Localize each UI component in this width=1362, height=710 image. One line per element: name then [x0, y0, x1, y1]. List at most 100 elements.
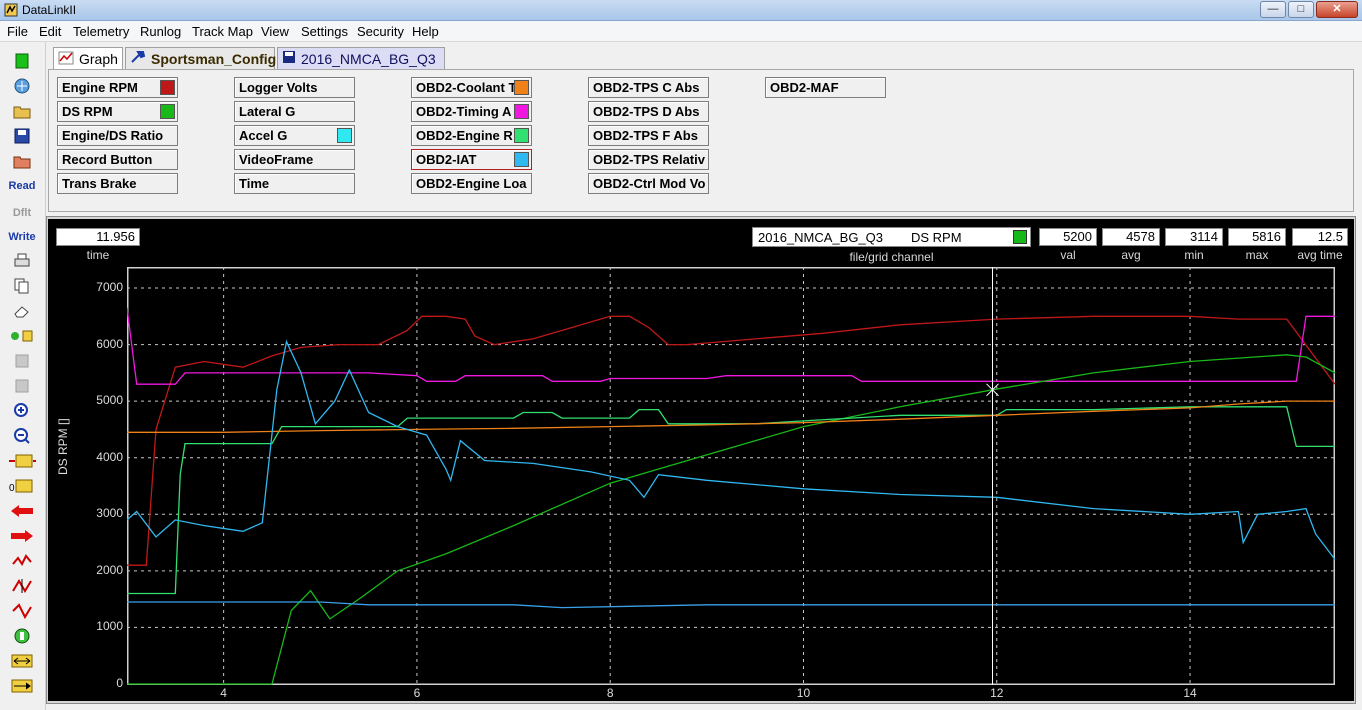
menu-track-map[interactable]: Track Map [192, 24, 253, 39]
channel-button-videoframe[interactable]: VideoFrame [234, 149, 355, 170]
menu-file[interactable]: File [7, 24, 28, 39]
channel-button-obd2-tps-relativ[interactable]: OBD2-TPS Relativ [588, 149, 709, 170]
scroll-left-arrow-icon[interactable] [8, 500, 36, 522]
scroll-right-arrow-icon[interactable] [8, 525, 36, 547]
menu-telemetry[interactable]: Telemetry [73, 24, 129, 39]
y-tick-label: 4000 [96, 449, 123, 464]
open-run-button[interactable] [8, 150, 36, 172]
y-tick-label: 5000 [96, 393, 123, 408]
x-zero-icon[interactable]: 0 [8, 475, 36, 497]
channel-color-swatch [160, 80, 175, 95]
close-button[interactable]: ✕ [1316, 1, 1358, 18]
eraser-button[interactable] [8, 300, 36, 322]
channel-label: Logger Volts [239, 80, 318, 95]
channel-button-obd2-engine-r[interactable]: OBD2-Engine R [411, 125, 532, 146]
window-title: DataLinkII [22, 3, 77, 17]
copy-button[interactable] [8, 275, 36, 297]
y-tick-label: 3000 [96, 506, 123, 521]
disabled-button-2 [8, 375, 36, 397]
channel-label: VideoFrame [239, 152, 314, 167]
channel-button-obd2-tps-c-abs[interactable]: OBD2-TPS C Abs [588, 77, 709, 98]
file-icon [282, 50, 296, 67]
connect-button[interactable] [8, 75, 36, 97]
channel-select-dropdown[interactable]: 2016_NMCA_BG_Q3 DS RPM [752, 227, 1031, 247]
x-zoom-icon[interactable] [8, 450, 36, 472]
zoom-in-icon[interactable] [8, 400, 36, 422]
x-tick-label: 12 [990, 686, 1004, 700]
read-button[interactable]: Read [8, 175, 36, 197]
minimize-button[interactable]: — [1260, 1, 1286, 18]
channel-button-obd2-tps-d-abs[interactable]: OBD2-TPS D Abs [588, 101, 709, 122]
default-button[interactable]: Dflt [8, 202, 36, 224]
channel-button-obd2-timing-a[interactable]: OBD2-Timing A [411, 101, 532, 122]
channel-color-swatch [514, 152, 529, 167]
channel-label: DS RPM [62, 104, 113, 119]
y-tick-label: 6000 [96, 336, 123, 351]
channel-math-button[interactable] [8, 325, 36, 347]
maximize-button[interactable]: □ [1288, 1, 1314, 18]
zoom-out-icon[interactable] [8, 425, 36, 447]
channel-button-obd2-coolant-t[interactable]: OBD2-Coolant T [411, 77, 532, 98]
max-readout: 5816 [1228, 228, 1286, 246]
channel-button-obd2-maf[interactable]: OBD2-MAF [765, 77, 886, 98]
channel-button-time[interactable]: Time [234, 173, 355, 194]
tab-run-file-label: 2016_NMCA_BG_Q3 [301, 50, 436, 67]
channel-color-swatch [1013, 230, 1027, 244]
channel-label: OBD2-Engine R [416, 128, 513, 143]
write-button[interactable]: Write [8, 226, 36, 248]
fit-horizontal-icon[interactable] [8, 675, 36, 697]
channel-button-accel-g[interactable]: Accel G [234, 125, 355, 146]
tab-graph[interactable]: Graph [53, 47, 123, 70]
print-button[interactable] [8, 250, 36, 272]
channel-color-swatch [160, 104, 175, 119]
menu-runlog[interactable]: Runlog [140, 24, 181, 39]
trace-tool-icon-3[interactable] [8, 600, 36, 622]
plot-border [127, 267, 1335, 685]
wrench-icon [130, 50, 146, 67]
trace-tool-icon-1[interactable] [8, 550, 36, 572]
channel-button-obd2-ctrl-mod-vo[interactable]: OBD2-Ctrl Mod Vo [588, 173, 709, 194]
channel-button-obd2-engine-loa[interactable]: OBD2-Engine Loa [411, 173, 532, 194]
avg-time-label: avg time [1297, 248, 1343, 262]
new-button[interactable] [8, 50, 36, 72]
menu-settings[interactable]: Settings [301, 24, 348, 39]
channel-button-obd2-tps-f-abs[interactable]: OBD2-TPS F Abs [588, 125, 709, 146]
time-readout: 11.956 [56, 228, 140, 246]
open-folder-button[interactable] [8, 100, 36, 122]
channel-label: Lateral G [239, 104, 296, 119]
avg-time-readout: 12.5 [1292, 228, 1348, 246]
expand-horizontal-icon[interactable] [8, 650, 36, 672]
channel-button-ds-rpm[interactable]: DS RPM [57, 101, 178, 122]
channel-button-engine-rpm[interactable]: Engine RPM [57, 77, 178, 98]
menu-security[interactable]: Security [357, 24, 404, 39]
channel-label: Time [239, 176, 270, 191]
x-tick-label: 6 [413, 686, 421, 700]
channel-label: OBD2-MAF [770, 80, 839, 95]
menu-edit[interactable]: Edit [39, 24, 61, 39]
channel-button-record-button[interactable]: Record Button [57, 149, 178, 170]
menu-view[interactable]: View [261, 24, 289, 39]
channel-button-engine-ds-ratio[interactable]: Engine/DS Ratio [57, 125, 178, 146]
marker-icon[interactable] [8, 625, 36, 647]
val-label: val [1060, 248, 1076, 262]
menu-help[interactable]: Help [412, 24, 439, 39]
data-plot[interactable] [127, 267, 1335, 685]
y-tick-label: 7000 [96, 280, 123, 294]
val-readout: 5200 [1039, 228, 1097, 246]
trace-tool-icon-2[interactable] [8, 575, 36, 597]
tab-run-file[interactable]: 2016_NMCA_BG_Q3 [277, 47, 445, 69]
channel-label: Engine/DS Ratio [62, 128, 164, 143]
channel-button-trans-brake[interactable]: Trans Brake [57, 173, 178, 194]
channel-file-name: 2016_NMCA_BG_Q3 [758, 230, 884, 245]
y-tick-label: 2000 [96, 562, 123, 577]
graph-icon [58, 51, 74, 68]
channel-button-logger-volts[interactable]: Logger Volts [234, 77, 355, 98]
tab-sportsman-config[interactable]: Sportsman_Config [125, 47, 276, 69]
channel-button-obd2-iat[interactable]: OBD2-IAT [411, 149, 532, 170]
channel-label: OBD2-IAT [416, 152, 477, 167]
channel-label: OBD2-Timing A [416, 104, 512, 119]
channel-button-lateral-g[interactable]: Lateral G [234, 101, 355, 122]
menu-bar: File Edit Telemetry Runlog Track Map Vie… [0, 21, 1362, 42]
save-button[interactable] [8, 125, 36, 147]
avg-label: avg [1121, 248, 1141, 262]
